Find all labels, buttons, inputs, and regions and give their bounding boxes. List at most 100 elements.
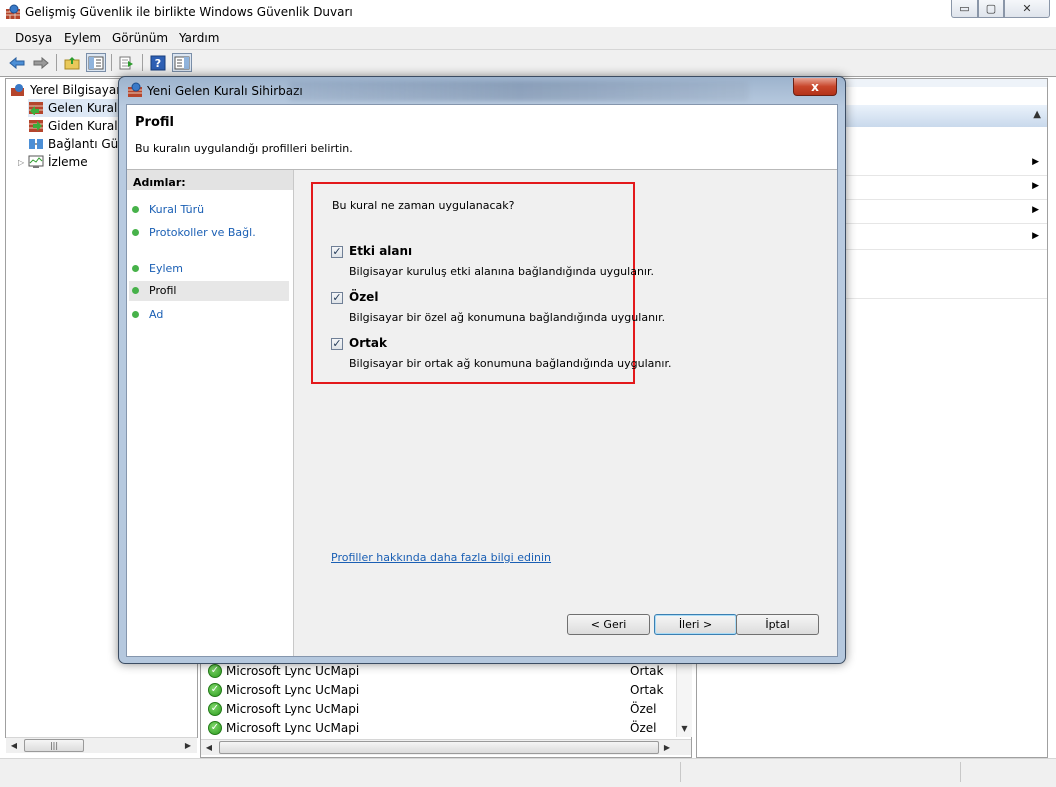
toolbar-separator bbox=[56, 54, 57, 71]
tree-item-label: Giden Kuralla bbox=[48, 119, 129, 133]
public-checkbox[interactable]: ✓ bbox=[331, 338, 343, 350]
menu-action[interactable]: Eylem bbox=[64, 31, 101, 45]
rule-name: Microsoft Lync UcMapi bbox=[226, 682, 360, 697]
monitoring-icon bbox=[28, 155, 44, 168]
outbound-rules-icon bbox=[29, 120, 43, 132]
scroll-right-icon[interactable]: ▶ bbox=[180, 738, 196, 753]
main-title-bar: Gelişmiş Güvenlik ile birlikte Windows G… bbox=[0, 0, 1056, 27]
back-arrow-icon[interactable] bbox=[7, 53, 27, 72]
toolbar-separator bbox=[142, 54, 143, 71]
step-dot-icon bbox=[132, 206, 139, 213]
cancel-button[interactable]: İptal bbox=[736, 614, 819, 635]
rules-horizontal-scrollbar[interactable]: ◀ ▶ bbox=[201, 739, 691, 755]
submenu-arrow-icon: ▶ bbox=[1032, 231, 1039, 241]
enabled-check-icon: ✓ bbox=[208, 720, 222, 735]
scrollbar-thumb[interactable] bbox=[219, 741, 659, 754]
tree-horizontal-scrollbar[interactable]: ◀ ||| ▶ bbox=[6, 737, 197, 753]
forward-arrow-icon[interactable] bbox=[31, 53, 51, 72]
scroll-right-icon[interactable]: ▶ bbox=[659, 740, 675, 755]
toolbar: ? bbox=[0, 50, 1056, 77]
page-title: Profil bbox=[135, 115, 174, 130]
step-protocols-ports[interactable]: Protokoller ve Bağl. Noktaları bbox=[127, 223, 291, 239]
export-list-icon[interactable] bbox=[117, 53, 137, 72]
menu-file[interactable]: Dosya bbox=[15, 31, 52, 45]
show-hide-tree-icon[interactable] bbox=[86, 53, 106, 72]
dialog-header: Profil Bu kuralın uygulandığı profilleri… bbox=[127, 105, 837, 170]
profile-question: Bu kural ne zaman uygulanacak? bbox=[332, 199, 515, 212]
menu-help[interactable]: Yardım bbox=[179, 31, 219, 45]
minimize-button[interactable]: ▭ bbox=[951, 0, 978, 18]
firewall-app-icon bbox=[6, 4, 20, 19]
collapse-up-icon[interactable]: ▲ bbox=[1033, 109, 1041, 120]
submenu-arrow-icon: ▶ bbox=[1032, 181, 1039, 191]
step-rule-type[interactable]: Kural Türü bbox=[127, 200, 291, 220]
step-label: Kural Türü bbox=[149, 203, 205, 216]
rule-profile: Özel bbox=[630, 701, 657, 716]
rule-name: Microsoft Lync UcMapi bbox=[226, 663, 360, 678]
tree-item-label: Gelen Kuralla bbox=[48, 101, 129, 115]
step-dot-icon bbox=[132, 265, 139, 272]
private-checkbox[interactable]: ✓ bbox=[331, 292, 343, 304]
dialog-title: Yeni Gelen Kuralı Sihirbazı bbox=[147, 84, 303, 98]
back-button[interactable]: < Geri bbox=[567, 614, 650, 635]
main-window-title: Gelişmiş Güvenlik ile birlikte Windows G… bbox=[25, 5, 353, 19]
step-label: Protokoller ve Bağl. Noktaları bbox=[149, 226, 256, 239]
steps-title: Adımlar: bbox=[127, 170, 293, 190]
highlight-box bbox=[311, 182, 635, 384]
page-description: Bu kuralın uygulandığı profilleri belirt… bbox=[135, 142, 353, 155]
step-dot-icon bbox=[132, 229, 139, 236]
step-name[interactable]: Ad bbox=[127, 305, 291, 325]
step-action[interactable]: Eylem bbox=[127, 259, 291, 279]
rule-profile: Ortak bbox=[630, 663, 664, 678]
status-divider bbox=[680, 762, 681, 782]
private-label: Özel bbox=[349, 290, 379, 304]
show-hide-action-pane-icon[interactable] bbox=[172, 53, 192, 72]
rules-list: ✓ Microsoft Lync UcMapi Ortak ✓ Microsof… bbox=[201, 661, 675, 737]
new-inbound-rule-wizard: Yeni Gelen Kuralı Sihirbazı x Profil Bu … bbox=[118, 76, 846, 664]
up-folder-icon[interactable] bbox=[62, 53, 82, 72]
table-row[interactable]: ✓ Microsoft Lync UcMapi Ortak bbox=[201, 680, 675, 699]
connection-security-icon bbox=[29, 139, 43, 149]
help-icon[interactable]: ? bbox=[148, 53, 168, 72]
step-profile[interactable]: Profil bbox=[129, 281, 289, 301]
step-dot-icon bbox=[132, 287, 139, 294]
scroll-left-icon[interactable]: ◀ bbox=[6, 738, 22, 753]
domain-description: Bilgisayar kuruluş etki alanına bağlandı… bbox=[349, 265, 654, 278]
enabled-check-icon: ✓ bbox=[208, 701, 222, 716]
profiles-help-link[interactable]: Profiller hakkında daha fazla bilgi edin… bbox=[331, 551, 551, 564]
scroll-left-icon[interactable]: ◀ bbox=[201, 740, 217, 755]
expand-arrow-icon[interactable]: ▷ bbox=[18, 158, 28, 167]
status-divider bbox=[960, 762, 961, 782]
tree-item-monitoring[interactable]: ▷ İzleme bbox=[18, 153, 88, 171]
submenu-arrow-icon: ▶ bbox=[1032, 157, 1039, 167]
enabled-check-icon: ✓ bbox=[208, 682, 222, 697]
tree-item-local-computer[interactable]: Yerel Bilgisayar ü bbox=[10, 81, 133, 99]
tree-item-outbound-rules[interactable]: Giden Kuralla bbox=[28, 117, 128, 135]
firewall-app-icon bbox=[128, 82, 142, 97]
table-row[interactable]: ✓ Microsoft Lync UcMapi Özel bbox=[201, 699, 675, 718]
rule-name: Microsoft Lync UcMapi bbox=[226, 701, 360, 716]
wizard-steps-panel: Adımlar: Kural Türü Protokoller ve Bağl.… bbox=[127, 170, 294, 656]
tree-item-connection-security[interactable]: Bağlantı Güv bbox=[28, 135, 125, 153]
scrollbar-thumb[interactable]: ||| bbox=[24, 739, 84, 752]
status-bar bbox=[0, 758, 1056, 787]
toolbar-separator bbox=[111, 54, 112, 71]
close-button[interactable]: ✕ bbox=[1004, 0, 1050, 18]
menu-view[interactable]: Görünüm bbox=[112, 31, 168, 45]
scroll-down-icon[interactable]: ▼ bbox=[677, 721, 692, 736]
blurred-background-region bbox=[289, 81, 749, 101]
submenu-arrow-icon: ▶ bbox=[1032, 205, 1039, 215]
step-dot-icon bbox=[132, 311, 139, 318]
maximize-button[interactable]: ▢ bbox=[978, 0, 1004, 18]
public-description: Bilgisayar bir ortak ağ konumuna bağland… bbox=[349, 357, 672, 370]
domain-label: Etki alanı bbox=[349, 244, 413, 258]
step-label: Profil bbox=[149, 284, 177, 297]
dialog-close-button[interactable]: x bbox=[793, 78, 837, 96]
next-button[interactable]: İleri > bbox=[654, 614, 737, 635]
table-row[interactable]: ✓ Microsoft Lync UcMapi Özel bbox=[201, 718, 675, 737]
enabled-check-icon: ✓ bbox=[208, 663, 222, 678]
inbound-rules-icon bbox=[29, 102, 43, 115]
menu-bar: Dosya Eylem Görünüm Yardım bbox=[0, 27, 1056, 50]
tree-item-label: İzleme bbox=[48, 155, 88, 169]
domain-checkbox[interactable]: ✓ bbox=[331, 246, 343, 258]
